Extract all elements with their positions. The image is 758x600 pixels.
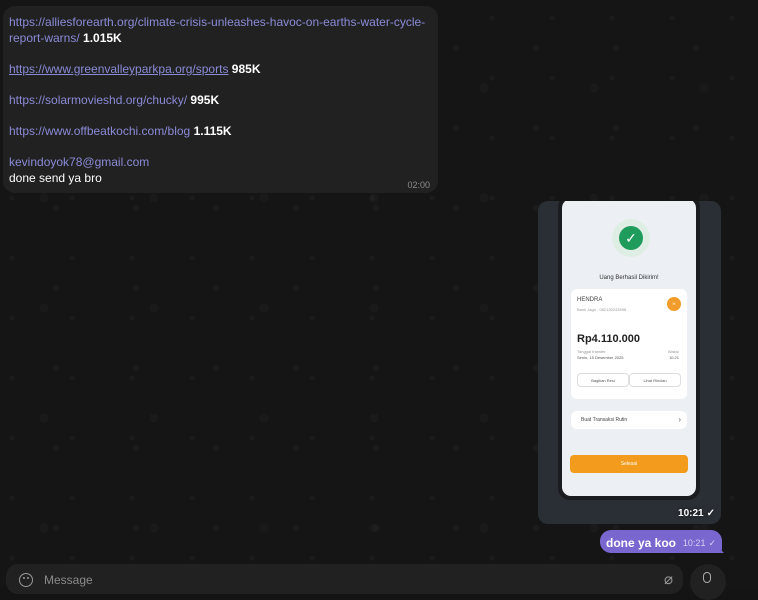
- success-star-icon: ✓: [612, 219, 650, 257]
- screenshot-routine-row: Buat Transaksi Rutin ›: [571, 411, 687, 429]
- link-4[interactable]: https://www.offbeatkochi.com/blog: [9, 124, 190, 138]
- outgoing-message-meta: 10:21 ✓: [683, 538, 716, 549]
- smiley-icon[interactable]: [19, 573, 33, 587]
- image-time: 10:21: [678, 508, 704, 519]
- link-3[interactable]: https://solarmovieshd.org/chucky/: [9, 93, 187, 107]
- message-time: 02:00: [407, 180, 430, 190]
- screenshot-date: Senin, 15 Desember 2025: [577, 355, 624, 360]
- checkmark-icon: ✓: [708, 538, 716, 548]
- screenshot-time: 10.21: [668, 355, 679, 360]
- screenshot-bank: Bank Jago - 082130243998: [577, 307, 627, 312]
- link-2[interactable]: https://www.greenvalleyparkpa.org/sports: [9, 62, 228, 76]
- outgoing-message-bubble[interactable]: done ya koo 10:21 ✓: [600, 530, 722, 553]
- incoming-message-bubble[interactable]: https://alliesforearth.org/climate-crisi…: [3, 6, 438, 193]
- bubble-tail: [716, 545, 724, 553]
- paperclip-icon[interactable]: ⌀: [664, 570, 673, 588]
- message-text: done send ya bro: [9, 171, 102, 185]
- message-line-1: https://alliesforearth.org/climate-crisi…: [9, 14, 432, 46]
- checkmark-icon: ✓: [706, 508, 715, 519]
- link-1[interactable]: https://alliesforearth.org/climate-crisi…: [9, 15, 425, 45]
- screenshot-time-label: Waktu: [667, 349, 679, 354]
- screenshot-amount: Rp4.110.000: [577, 333, 640, 345]
- screenshot-avatar: H: [667, 297, 681, 311]
- message-email-line: kevindoyok78@gmail.com: [9, 154, 432, 170]
- message-line-4: https://www.offbeatkochi.com/blog 1.115K: [9, 123, 432, 139]
- outgoing-message-text: done ya koo: [606, 536, 677, 550]
- voice-record-button[interactable]: [690, 564, 726, 600]
- screenshot-date-label: Tanggal transfer: [577, 349, 606, 354]
- size-3: 995K: [190, 93, 220, 107]
- chevron-right-icon: ›: [678, 415, 681, 424]
- transfer-screenshot-image: ✓ Uang Berhasil Dikirim! HENDRA Bank Jag…: [558, 201, 700, 500]
- outgoing-image-message[interactable]: ✓ Uang Berhasil Dikirim! HENDRA Bank Jag…: [538, 201, 721, 524]
- screenshot-done-button: Selesai: [570, 455, 688, 473]
- screenshot-recipient: HENDRA: [577, 297, 603, 303]
- message-line-2: https://www.greenvalleyparkpa.org/sports…: [9, 61, 432, 77]
- image-meta: 10:21 ✓: [678, 508, 715, 519]
- message-line-3: https://solarmovieshd.org/chucky/ 995K: [9, 92, 432, 108]
- size-4: 1.115K: [193, 124, 232, 138]
- screenshot-card: HENDRA Bank Jago - 082130243998 H Rp4.11…: [571, 289, 687, 399]
- size-1: 1.015K: [83, 31, 122, 45]
- screenshot-title: Uang Berhasil Dikirim!: [599, 275, 659, 281]
- microphone-icon: [703, 572, 711, 583]
- size-2: 985K: [231, 62, 261, 76]
- message-input[interactable]: [44, 572, 644, 588]
- screenshot-detail-button: Lihat Rincian: [629, 373, 681, 387]
- email-link[interactable]: kevindoyok78@gmail.com: [9, 155, 149, 169]
- screenshot-share-button: Bagikan Resi: [577, 373, 629, 387]
- outgoing-message-time: 10:21: [682, 538, 706, 548]
- message-composer: ⌀: [6, 564, 683, 594]
